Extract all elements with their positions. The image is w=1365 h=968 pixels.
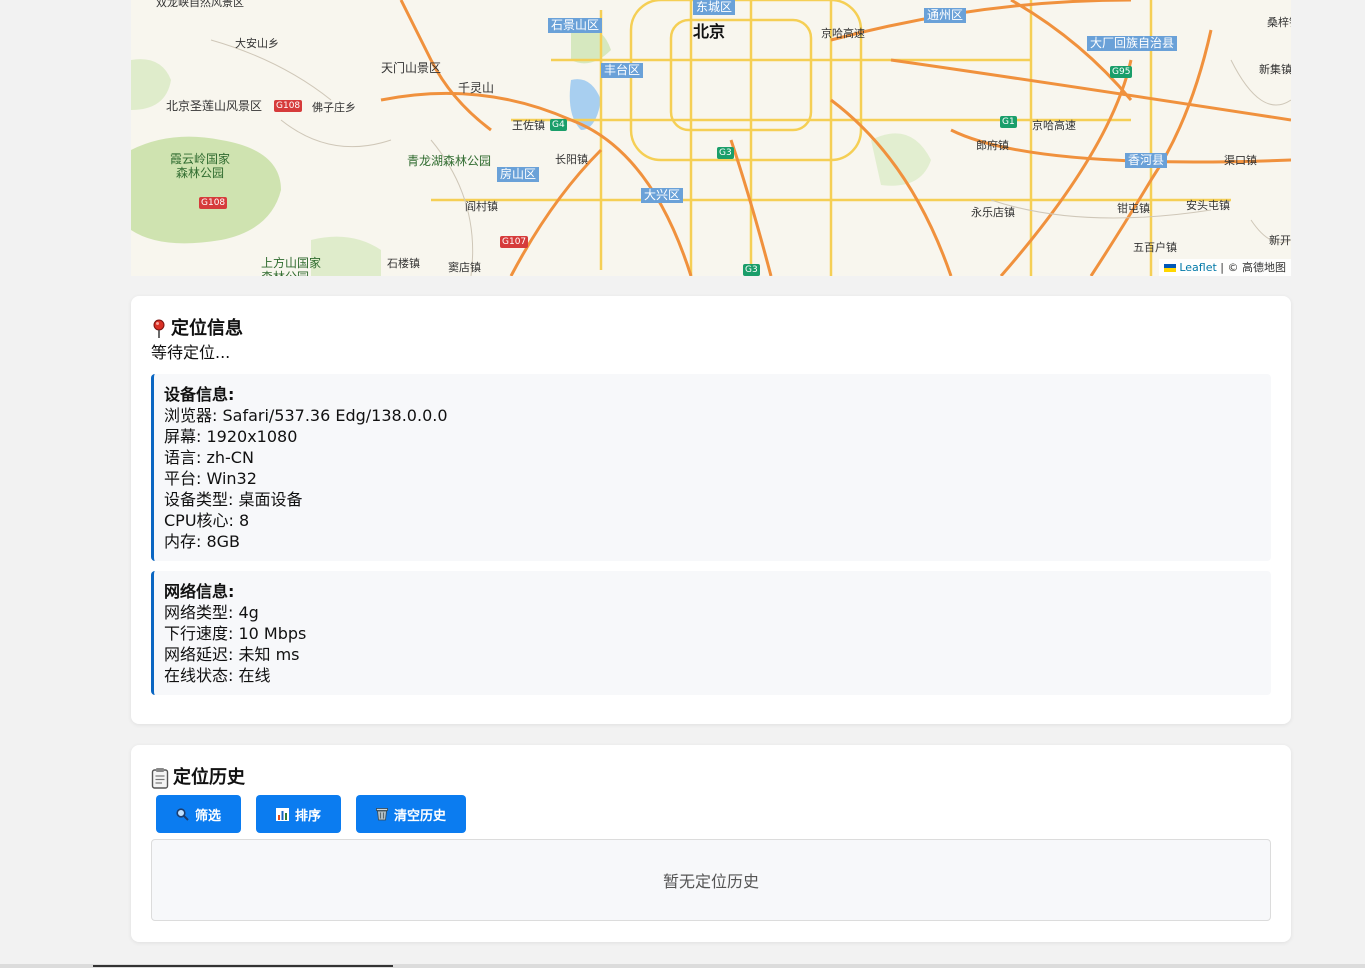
device-cpu: CPU核心: 8 xyxy=(164,511,250,530)
map-label-place: 五百户镇 xyxy=(1133,241,1177,254)
attribution-text: | © 高德地图 xyxy=(1220,261,1286,274)
location-info-card: 定位信息 等待定位... 设备信息: 浏览器: Safari/537.36 Ed… xyxy=(131,296,1291,724)
device-info-panel: 设备信息: 浏览器: Safari/537.36 Edg/138.0.0.0 屏… xyxy=(151,374,1271,561)
map-view[interactable]: 东城区 石景山区 丰台区 通州区 大兴区 房山区 大厂回族自治县 香河县 北京 … xyxy=(131,0,1291,276)
map-label-place: 阎村镇 xyxy=(465,200,498,213)
map-label-place: 桑梓镇 xyxy=(1267,16,1291,29)
map-highway-shield: G3 xyxy=(743,264,760,276)
history-empty-text: 暂无定位历史 xyxy=(662,872,759,891)
map-label-place: 永乐店镇 xyxy=(971,206,1015,219)
map-highway-shield: G1 xyxy=(1000,116,1017,128)
map-label-place: 双龙峡自然风景区 xyxy=(156,0,244,9)
map-highway-shield: G108 xyxy=(199,197,228,209)
network-type: 网络类型: 4g xyxy=(164,603,259,622)
network-info-heading: 网络信息: xyxy=(164,582,235,601)
bar-chart-icon xyxy=(276,807,290,821)
pin-icon xyxy=(153,319,165,338)
sort-button[interactable]: 排序 xyxy=(256,795,342,833)
trash-icon xyxy=(376,808,388,821)
location-history-card: 定位历史 筛选 排序 清空历史 暂无定位历史 xyxy=(131,745,1291,942)
map-label-district: 香河县 xyxy=(1125,153,1168,168)
history-toolbar: 筛选 排序 清空历史 xyxy=(151,795,1271,833)
map-label-place: 王佐镇 xyxy=(512,119,545,132)
device-memory: 内存: 8GB xyxy=(164,532,241,551)
location-info-title-text: 定位信息 xyxy=(171,318,243,339)
history-empty-state: 暂无定位历史 xyxy=(151,839,1271,921)
map-label-place: 长阳镇 xyxy=(555,153,588,166)
map-label-district: 大兴区 xyxy=(641,188,684,203)
clear-history-button-label: 清空历史 xyxy=(394,808,447,824)
map-highway-shield: G95 xyxy=(1110,66,1133,78)
map-label-park: 青龙湖森林公园 xyxy=(407,154,492,168)
sort-button-label: 排序 xyxy=(295,808,322,824)
location-status: 等待定位... xyxy=(151,343,231,362)
location-history-title: 定位历史 xyxy=(151,765,1271,791)
map-highway-shield: G108 xyxy=(274,100,303,112)
map-attribution: Leaflet | © 高德地图 xyxy=(1159,259,1291,276)
network-rtt: 网络延迟: 未知 ms xyxy=(164,645,300,664)
filter-button[interactable]: 筛选 xyxy=(156,795,242,833)
map-label-place: 大安山乡 xyxy=(235,37,279,50)
map-label-district: 通州区 xyxy=(924,8,967,23)
map-label-place: 郎府镇 xyxy=(976,139,1009,152)
map-label-district: 丰台区 xyxy=(601,63,644,78)
map-highway-shield: G4 xyxy=(550,119,567,131)
map-label-place: 千灵山 xyxy=(458,81,495,95)
map-label-place: 京哈高速 xyxy=(821,27,865,40)
map-label-park: 上方山国家森林公园 xyxy=(261,256,322,276)
device-type: 设备类型: 桌面设备 xyxy=(164,490,303,509)
device-screen: 屏幕: 1920x1080 xyxy=(164,427,298,446)
map-label-place: 京哈高速 xyxy=(1032,119,1076,132)
magnifier-icon xyxy=(176,807,189,821)
map-label-district: 东城区 xyxy=(693,0,736,15)
map-label-place: 石楼镇 xyxy=(387,257,420,270)
map-label-place: 渠口镇 xyxy=(1224,154,1257,167)
map-label-place: 天门山景区 xyxy=(381,61,442,75)
map-label-city: 北京 xyxy=(693,22,726,41)
network-online: 在线状态: 在线 xyxy=(164,666,271,685)
network-downlink: 下行速度: 10 Mbps xyxy=(164,624,307,643)
map-label-place: 安头屯镇 xyxy=(1186,199,1230,212)
map-label-district: 大厂回族自治县 xyxy=(1087,36,1178,51)
filter-button-label: 筛选 xyxy=(195,808,222,824)
map-label-district: 石景山区 xyxy=(548,18,603,33)
leaflet-link[interactable]: Leaflet xyxy=(1179,261,1216,274)
network-info-panel: 网络信息: 网络类型: 4g 下行速度: 10 Mbps 网络延迟: 未知 ms… xyxy=(151,571,1271,695)
map-label-place: 北京圣莲山风景区 xyxy=(166,99,263,113)
map-highway-shield: G3 xyxy=(717,147,734,159)
map-label-place: 新集镇 xyxy=(1259,63,1291,76)
map-label-park: 霞云岭国家森林公园 xyxy=(169,152,230,180)
device-browser: 浏览器: Safari/537.36 Edg/138.0.0.0 xyxy=(164,406,448,425)
location-history-title-text: 定位历史 xyxy=(173,767,245,788)
map-label-place: 佛子庄乡 xyxy=(312,101,356,114)
map-label-place: 窦店镇 xyxy=(448,261,481,274)
clipboard-icon xyxy=(151,768,169,789)
map-highway-shield: G107 xyxy=(500,236,529,248)
device-info-heading: 设备信息: xyxy=(164,385,235,404)
window-scrollbar[interactable] xyxy=(0,964,1365,968)
ukraine-flag-icon xyxy=(1164,264,1177,272)
device-platform: 平台: Win32 xyxy=(164,469,257,488)
map-label-place: 新开 xyxy=(1269,234,1291,247)
scrollbar-thumb[interactable] xyxy=(93,965,393,967)
clear-history-button[interactable]: 清空历史 xyxy=(356,795,467,833)
location-info-title: 定位信息 xyxy=(151,316,1271,342)
map-label-district: 房山区 xyxy=(497,167,540,182)
device-language: 语言: zh-CN xyxy=(164,448,254,467)
map-label-place: 钳屯镇 xyxy=(1117,202,1150,215)
